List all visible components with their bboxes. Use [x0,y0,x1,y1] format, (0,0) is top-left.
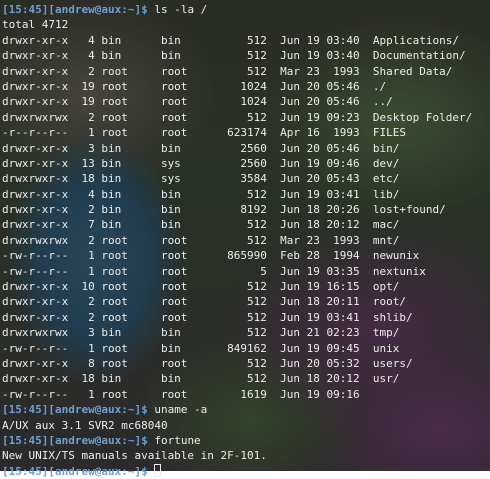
prompt-line: [15:45][andrew@aux:~]$ fortune [2,433,490,448]
listing-row: drwxr-xr-x 2 root root 512 Jun 18 20:11 … [2,295,406,309]
listing-row: -r--r--r-- 1 root root 623174 Apr 16 199… [2,126,406,140]
listing-row: -rw-r--r-- 1 root bin 849162 Jun 19 09:4… [2,341,400,355]
listing-row: drwxr-xr-x 8 root root 512 Jun 20 05:32 … [2,356,413,370]
command-text: ls -la / [147,3,208,16]
shell-prompt: [15:45][andrew@aux:~]$ [2,403,148,417]
shell-prompt: [15:45][andrew@aux:~]$ [2,433,148,447]
listing-row: drwxr-xr-x 2 bin bin 8192 Jun 18 20:26 l… [2,203,446,217]
listing-row: -rw-r--r-- 1 root root 1619 Jun 19 09:16 [2,387,360,401]
listing-row: -rw-r--r-- 1 root root 865990 Feb 28 199… [2,249,420,263]
listing-row: drwxr-xr-x 7 bin bin 512 Jun 18 20:12 ma… [2,218,400,232]
listing-row: drwxrwxrwx 2 root root 512 Mar 23 1993 m… [2,233,400,247]
listing-row: drwxr-xr-x 10 root root 512 Jun 19 16:15… [2,280,400,294]
listing-row: drwxrwxrwx 3 bin bin 512 Jun 21 02:23 tm… [2,326,400,340]
listing-row: drwxr-xr-x 4 bin bin 512 Jun 19 03:40 Ap… [2,33,459,47]
text-cursor [154,463,162,477]
prompt-line: [15:45][andrew@aux:~]$ ls -la / [2,2,490,17]
command-text: uname -a [147,403,208,417]
listing-row: drwxr-xr-x 2 root root 512 Mar 23 1993 S… [2,64,453,78]
shell-prompt: [15:45][andrew@aux:~]$ [2,3,148,16]
uname-output: A/UX aux 3.1 SVR2 mc68040 [2,418,168,432]
listing-row: drwxrwxr-x 18 bin sys 3584 Jun 20 05:43 … [2,172,400,186]
terminal-window[interactable]: [15:45][andrew@aux:~]$ ls -la / total 47… [2,2,490,478]
listing-row: drwxr-xr-x 19 root root 1024 Jun 20 05:4… [2,79,387,93]
listing-row: drwxr-xr-x 3 bin bin 2560 Jun 20 05:46 b… [2,141,400,155]
listing-row: drwxrwxrwx 2 root root 512 Jun 19 09:23 … [2,110,473,124]
command-text: fortune [147,433,201,447]
prompt-line: [15:45][andrew@aux:~]$ uname -a [2,402,490,417]
listing-row: drwxr-xr-x 4 bin bin 512 Jun 19 03:40 Do… [2,49,466,63]
listing-row: drwxr-xr-x 4 bin bin 512 Jun 19 03:41 li… [2,187,400,201]
listing-row: -rw-r--r-- 1 root root 5 Jun 19 03:35 ne… [2,264,426,278]
listing-total: total 4712 [2,18,69,32]
listing-row: drwxr-xr-x 2 root root 512 Jun 19 03:41 … [2,310,413,324]
listing-row: drwxr-xr-x 18 bin bin 512 Jun 18 20:12 u… [2,372,400,386]
listing-row: drwxr-xr-x 19 root root 1024 Jun 20 05:4… [2,95,393,109]
prompt-line[interactable]: [15:45][andrew@aux:~]$ [2,463,490,479]
shell-prompt: [15:45][andrew@aux:~]$ [2,464,148,478]
fortune-output: New UNIX/TS manuals available in 2F-101. [2,449,267,463]
listing-row: drwxr-xr-x 13 bin sys 2560 Jun 19 09:46 … [2,156,400,170]
